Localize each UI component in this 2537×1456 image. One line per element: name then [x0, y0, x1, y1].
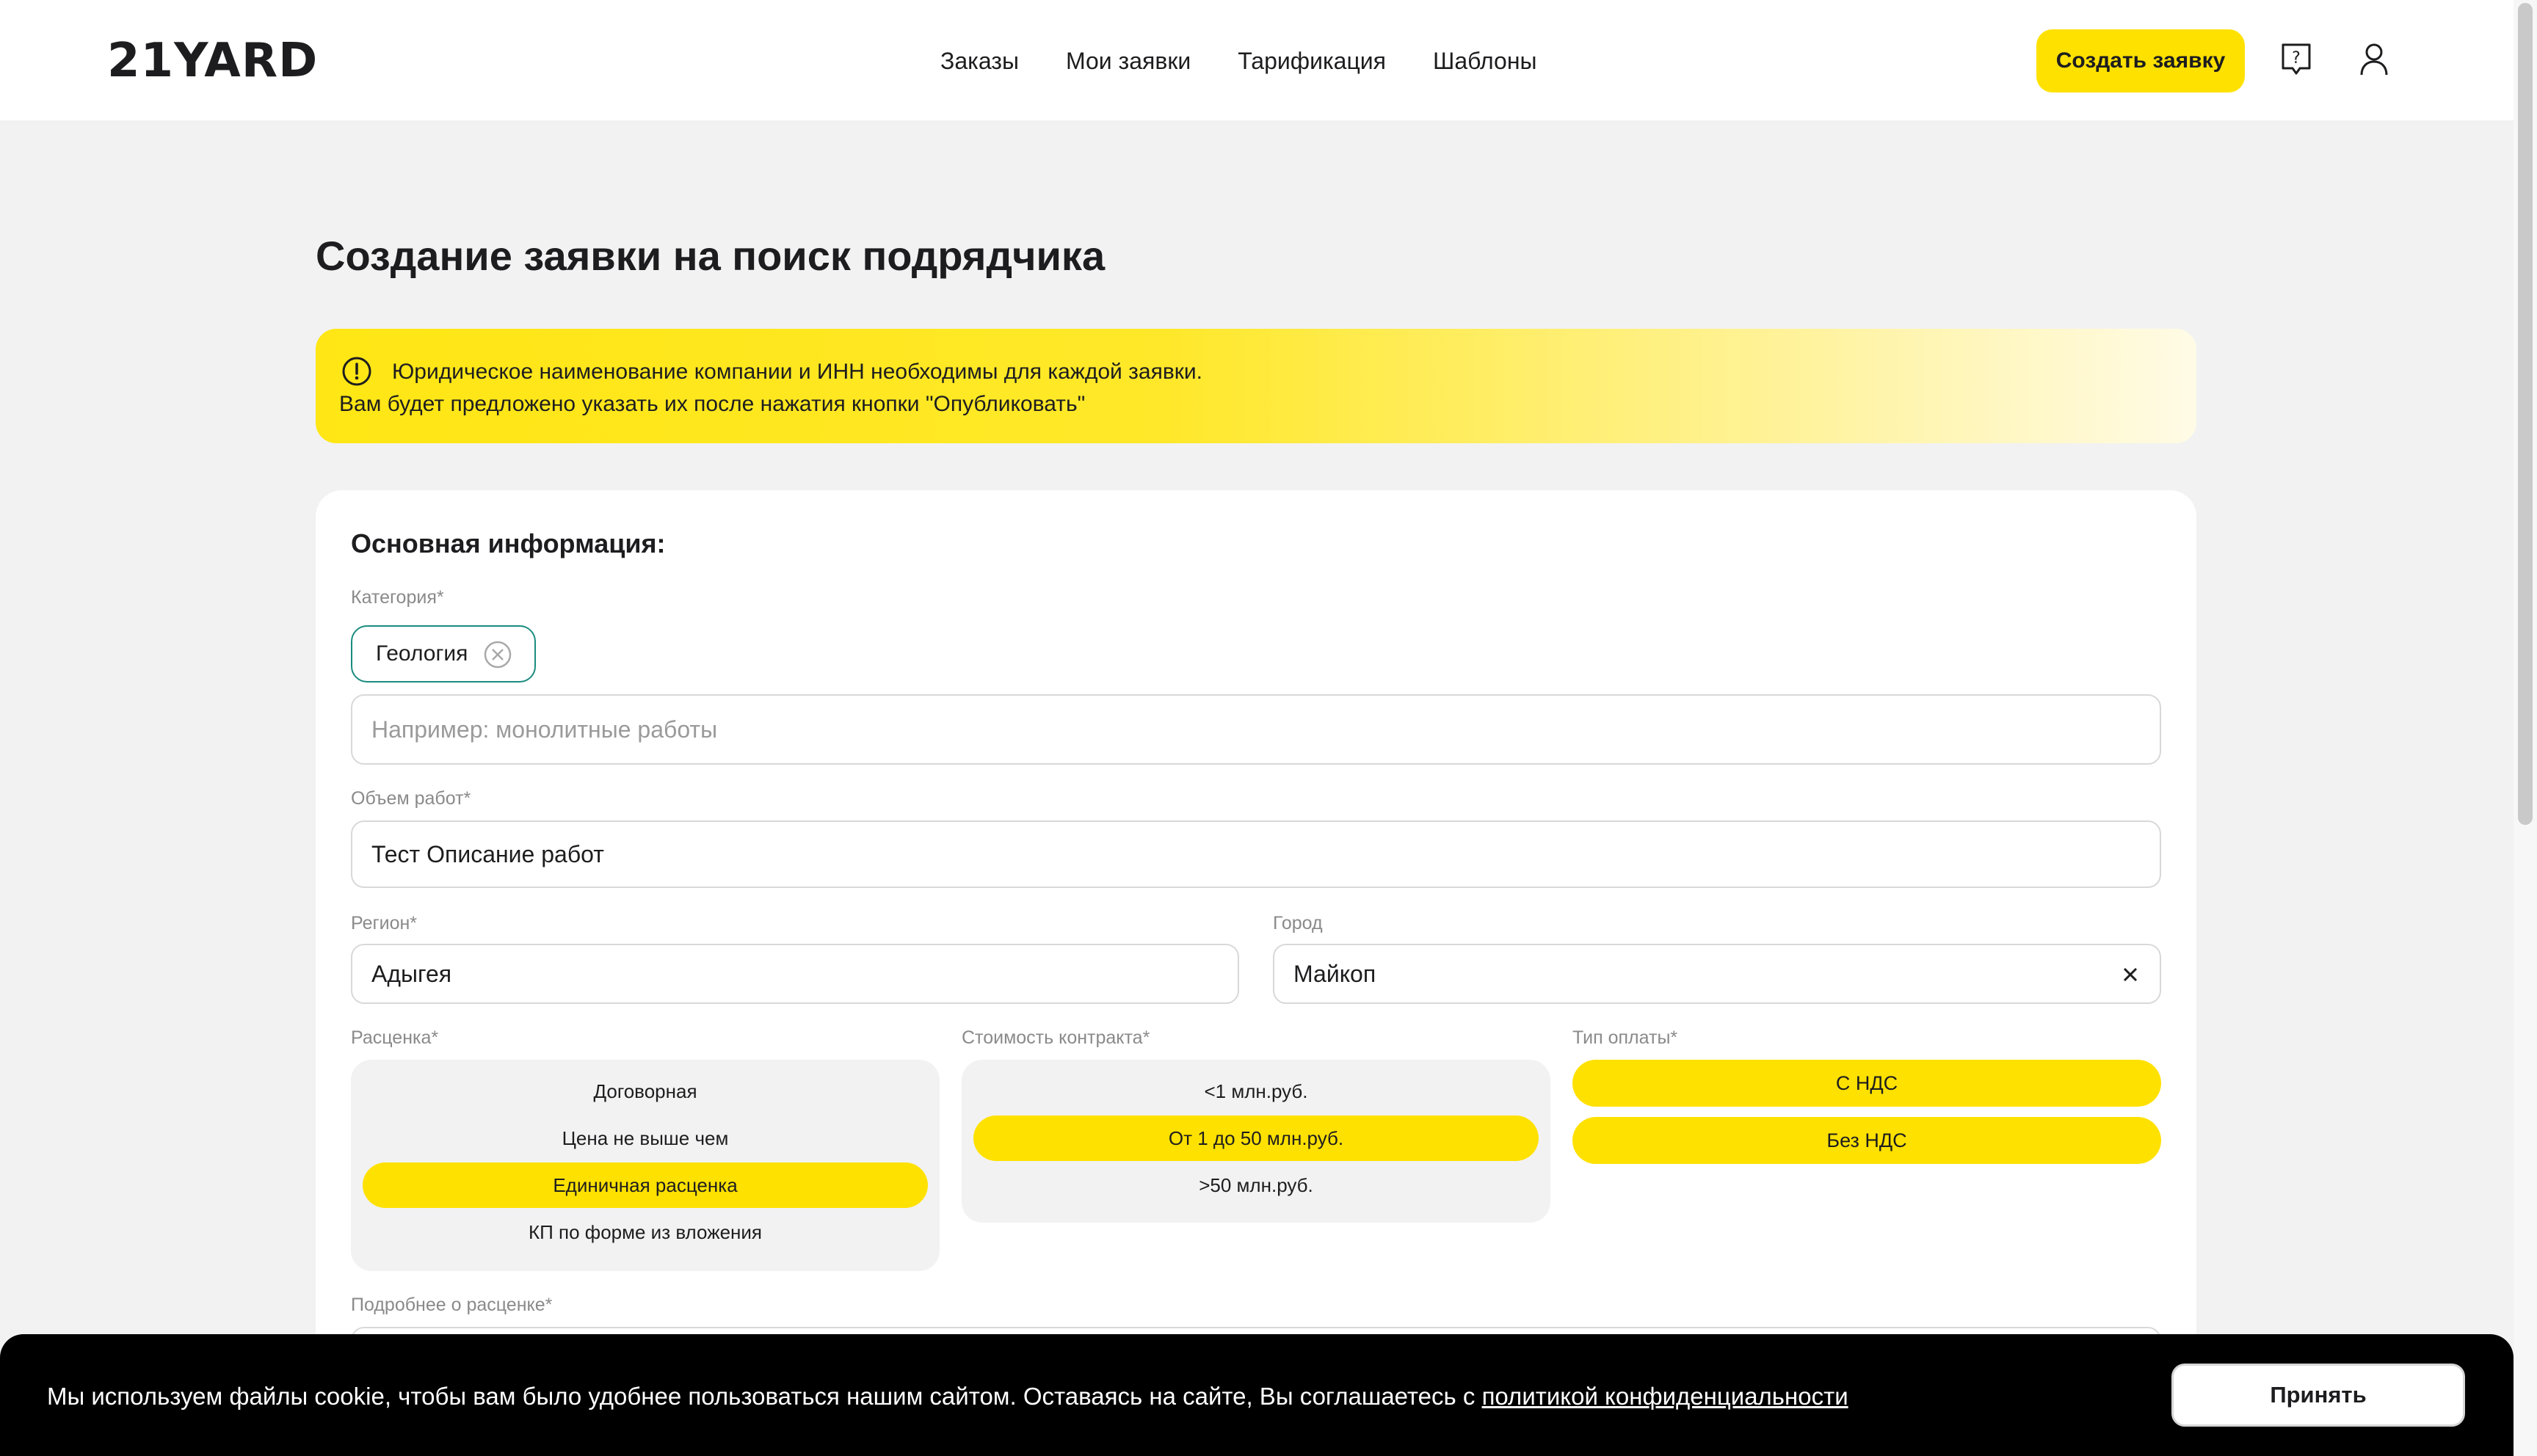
contract-cost-option-under-1m[interactable]: <1 млн.руб. [973, 1069, 1539, 1114]
pricing-option-unit-rate[interactable]: Единичная расценка [363, 1162, 928, 1208]
region-label: Регион* [351, 913, 418, 933]
create-request-button[interactable]: Создать заявку [2036, 29, 2245, 92]
clear-icon[interactable] [2120, 964, 2141, 985]
city-label: Город [1273, 913, 1323, 933]
logo[interactable]: 21YARD [107, 37, 318, 85]
pricing-details-label: Подробнее о расценке* [351, 1295, 553, 1315]
volume-input[interactable]: Тест Описание работ [351, 820, 2161, 888]
city-input[interactable]: Майкоп [1273, 944, 2161, 1004]
region-input[interactable]: Адыгея [351, 944, 1239, 1004]
chip-remove-icon[interactable] [483, 640, 512, 669]
notice-text-line1: Юридическое наименование компании и ИНН … [392, 360, 1202, 384]
contract-cost-options: <1 млн.руб. От 1 до 50 млн.руб. >50 млн.… [962, 1060, 1550, 1223]
user-icon[interactable] [2356, 41, 2392, 78]
contract-cost-label: Стоимость контракта* [962, 1027, 1150, 1048]
category-chip-label: Геология [376, 641, 468, 666]
svg-text:?: ? [2292, 49, 2301, 68]
accept-cookies-button[interactable]: Принять [2171, 1364, 2465, 1427]
payment-option-with-vat[interactable]: С НДС [1572, 1060, 2161, 1107]
payment-option-without-vat[interactable]: Без НДС [1572, 1117, 2161, 1164]
page-title: Создание заявки на поиск подрядчика [316, 233, 1106, 279]
pricing-option-max-price[interactable]: Цена не выше чем [363, 1115, 928, 1161]
pricing-label: Расценка* [351, 1027, 439, 1048]
city-value: Майкоп [1293, 960, 1376, 987]
nav-item-orders[interactable]: Заказы [940, 43, 1019, 79]
pricing-option-attachment-form[interactable]: КП по форме из вложения [363, 1209, 928, 1255]
category-chip[interactable]: Геология [351, 625, 536, 682]
category-label: Категория* [351, 587, 444, 608]
volume-label: Объем работ* [351, 788, 471, 809]
cookie-text: Мы используем файлы cookie, чтобы вам бы… [47, 1383, 1848, 1410]
nav-item-templates[interactable]: Шаблоны [1433, 43, 1537, 79]
payment-type-label: Тип оплаты* [1572, 1027, 1678, 1048]
contract-cost-option-1-50m[interactable]: От 1 до 50 млн.руб. [973, 1115, 1539, 1161]
pricing-option-negotiable[interactable]: Договорная [363, 1069, 928, 1114]
category-search-input[interactable]: Например: монолитные работы [351, 694, 2161, 765]
pricing-options: Договорная Цена не выше чем Единичная ра… [351, 1060, 940, 1271]
nav-item-my-requests[interactable]: Мои заявки [1066, 43, 1191, 79]
main-nav: Заказы Мои заявки Тарификация Шаблоны [940, 43, 1584, 79]
question-bubble-icon[interactable]: ? [2279, 41, 2314, 78]
notice-text-line2: Вам будет предложено указать их после на… [339, 392, 1086, 416]
exclamation-circle-icon [342, 357, 371, 386]
section-title: Основная информация: [351, 528, 666, 558]
info-notice: Юридическое наименование компании и ИНН … [316, 329, 2196, 443]
cookie-banner: Мы используем файлы cookie, чтобы вам бы… [0, 1334, 2514, 1456]
contract-cost-option-over-50m[interactable]: >50 млн.руб. [973, 1162, 1539, 1208]
scrollbar-thumb[interactable] [2518, 3, 2533, 825]
nav-item-tariffs[interactable]: Тарификация [1238, 43, 1386, 79]
form-card: Основная информация: Категория* Геология… [316, 490, 2196, 1456]
privacy-policy-link[interactable]: политикой конфиденциальности [1482, 1383, 1848, 1410]
page: 21YARD Заказы Мои заявки Тарификация Шаб… [0, 0, 2537, 1456]
top-header: 21YARD Заказы Мои заявки Тарификация Шаб… [0, 0, 2514, 120]
cookie-message: Мы используем файлы cookie, чтобы вам бы… [47, 1383, 1482, 1410]
